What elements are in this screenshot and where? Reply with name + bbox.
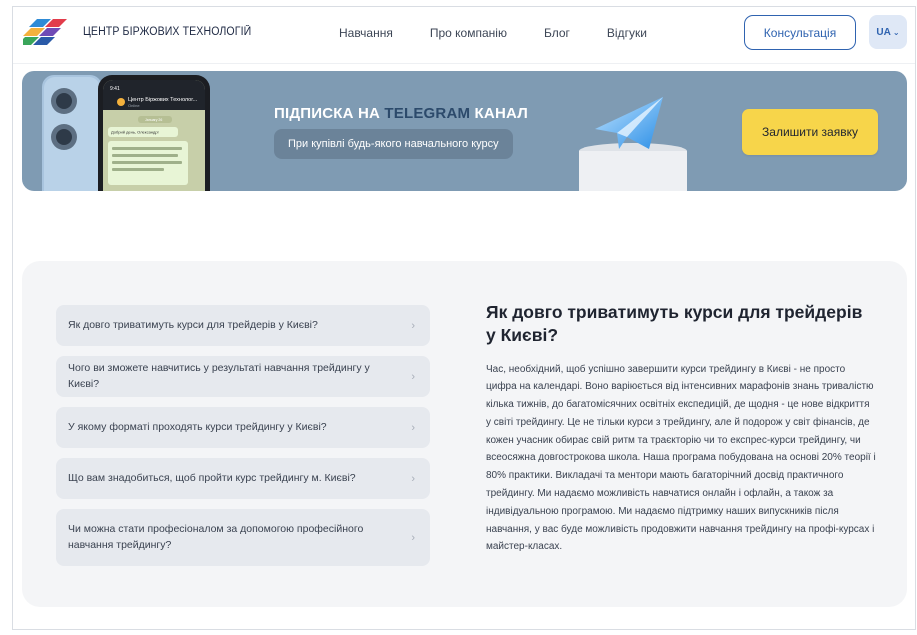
language-selector[interactable]: UA ⌄ [869, 15, 907, 49]
logo-text: ЦЕНТР БІРЖОВИХ ТЕХНОЛОГІЙ [83, 26, 252, 38]
logo-icon [23, 19, 67, 45]
faq-item-professional[interactable]: Чи можна стати професіоналом за допомого… [56, 509, 430, 566]
chevron-right-icon: › [411, 319, 415, 332]
banner-title-part2: КАНАЛ [470, 105, 528, 122]
answer-text: Час, необхідний, щоб успішно завершити к… [486, 363, 876, 553]
answer-title: Як довго триватимуть курси для трейдерів… [486, 302, 863, 345]
phone-chat-status: Online [128, 103, 140, 108]
phone-mockup-image: 9:41 Центр Біржових Технолог... Online J… [42, 75, 210, 191]
banner-subtitle: При купівлі будь-якого навчального курсу [274, 129, 513, 159]
faq-question: У якому форматі проходять курси трейдинг… [68, 420, 327, 433]
faq-question: Як довго триватимуть курси для трейдерів… [68, 318, 318, 331]
site-header: ЦЕНТР БІРЖОВИХ ТЕХНОЛОГІЙ Навчання Про к… [13, 7, 915, 63]
faq-item-learn[interactable]: Чого ви зможете навчитись у результаті н… [56, 356, 430, 397]
header-divider [13, 63, 915, 64]
banner-title: ПІДПИСКА НА TELEGRAM КАНАЛ [274, 105, 528, 122]
faq-section: Як довго триватимуть курси для трейдерів… [22, 261, 907, 607]
phone-time: 9:41 [110, 86, 120, 92]
faq-item-duration[interactable]: Як довго триватимуть курси для трейдерів… [56, 305, 430, 346]
faq-answer: Як довго триватимуть курси для трейдерів… [486, 301, 876, 556]
chevron-right-icon: › [411, 472, 415, 485]
faq-item-format[interactable]: У якому форматі проходять курси трейдинг… [56, 407, 430, 448]
banner-title-part1: ПІДПИСКА НА [274, 105, 385, 122]
faq-question: Чи можна стати професіоналом за допомого… [68, 522, 364, 551]
faq-item-requirements[interactable]: Що вам знадобиться, щоб пройти курс трей… [56, 458, 430, 499]
chevron-right-icon: › [411, 370, 415, 383]
page-frame: ЦЕНТР БІРЖОВИХ ТЕХНОЛОГІЙ Навчання Про к… [12, 6, 916, 630]
telegram-logo-icon [579, 97, 687, 191]
language-label: UA [876, 26, 891, 38]
main-nav: Навчання Про компанію Блог Відгуки [339, 26, 684, 40]
chevron-right-icon: › [411, 421, 415, 434]
telegram-banner: 9:41 Центр Біржових Технолог... Online J… [22, 71, 907, 191]
logo[interactable]: ЦЕНТР БІРЖОВИХ ТЕХНОЛОГІЙ [23, 19, 266, 45]
nav-item-courses[interactable]: Навчання [339, 26, 393, 40]
nav-item-blog[interactable]: Блог [544, 26, 570, 40]
chevron-down-icon: ⌄ [892, 27, 900, 37]
faq-question: Що вам знадобиться, щоб пройти курс трей… [68, 471, 356, 484]
faq-question: Чого ви зможете навчитись у результаті н… [68, 361, 370, 390]
phone-message-1: Добрий день, Олександр! [111, 130, 159, 135]
nav-item-about[interactable]: Про компанію [430, 26, 507, 40]
nav-item-reviews[interactable]: Відгуки [607, 26, 647, 40]
chevron-right-icon: › [411, 531, 415, 544]
phone-chat-date: January 26 [145, 118, 162, 122]
consultation-button[interactable]: Консультація [744, 15, 856, 50]
leave-request-button[interactable]: Залишити заявку [742, 109, 878, 155]
banner-title-telegram: TELEGRAM [384, 105, 471, 122]
faq-list: Як довго триватимуть курси для трейдерів… [56, 305, 430, 576]
